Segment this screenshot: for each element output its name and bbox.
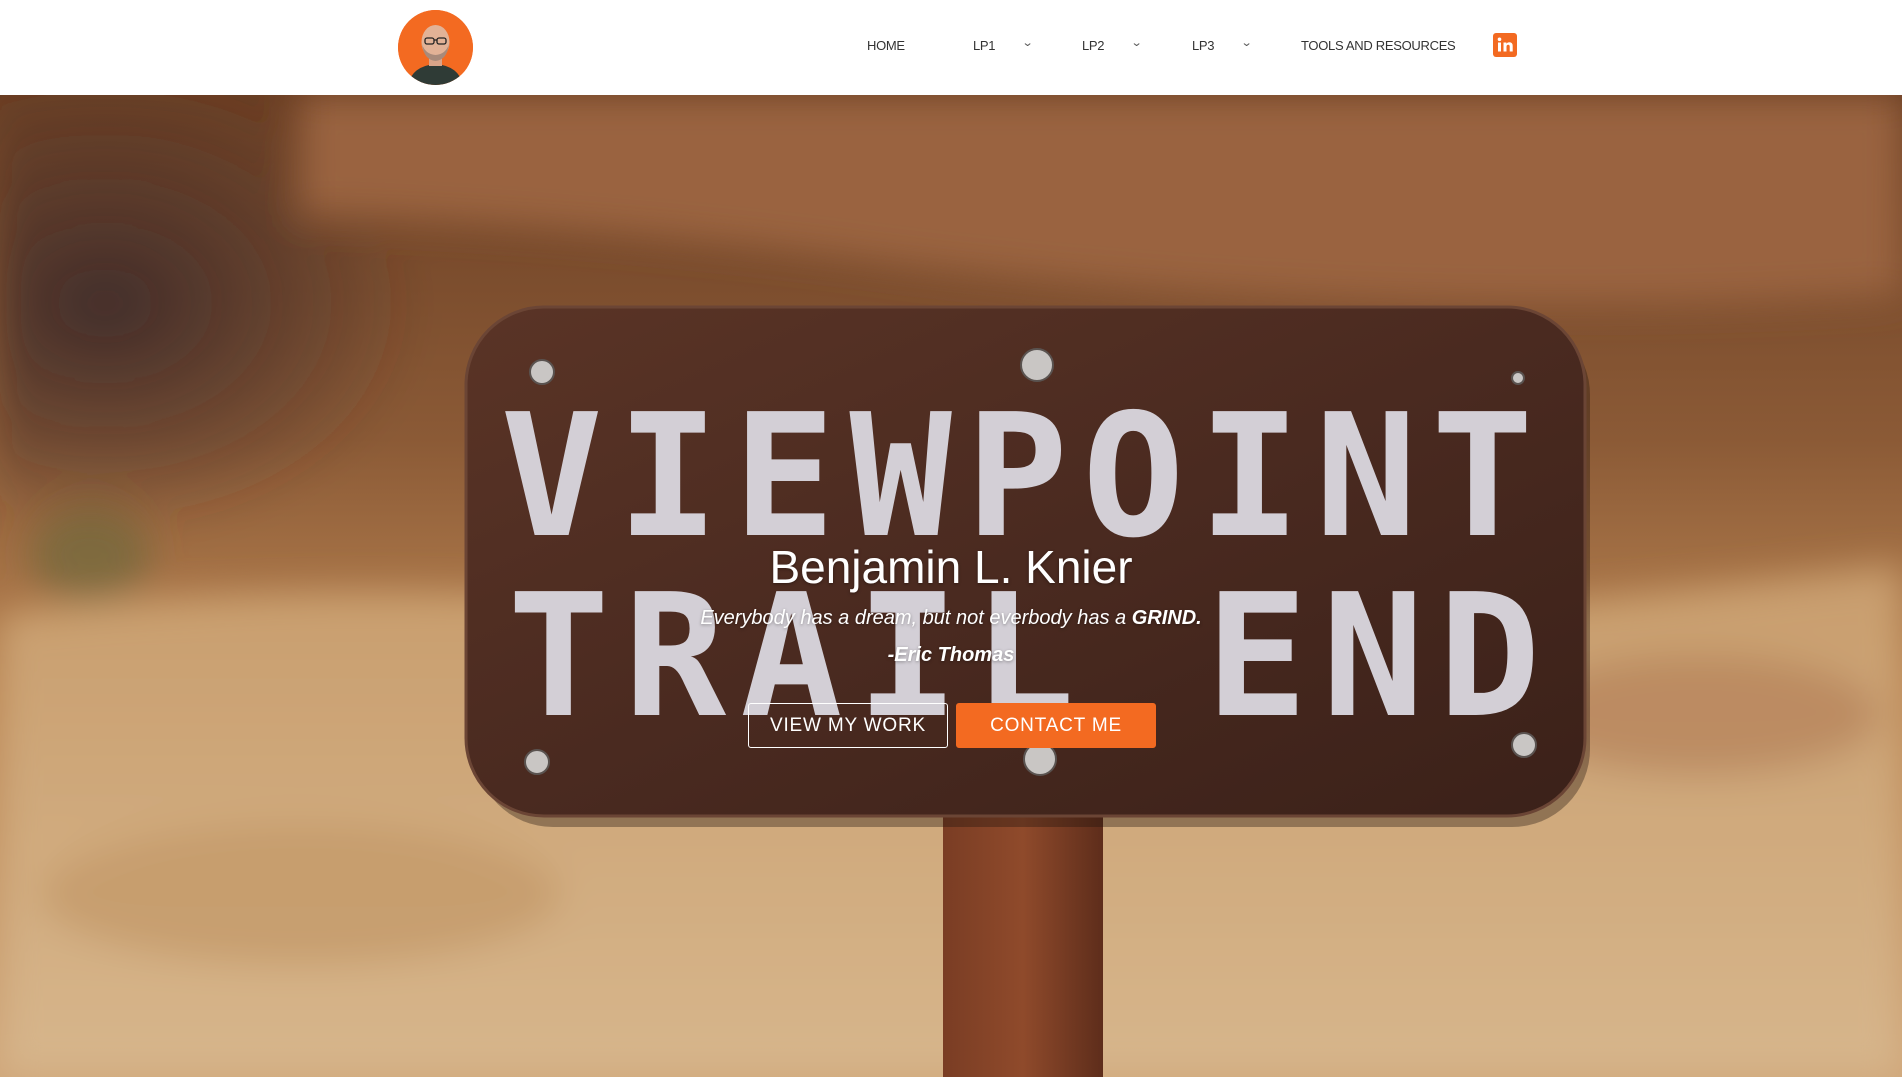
hero-quote: Everybody has a dream, but not everbody … xyxy=(0,607,1902,630)
nav-item-lp1[interactable]: LP1 xyxy=(973,38,996,53)
chevron-down-icon[interactable]: ⌄ xyxy=(1241,36,1253,49)
quote-author: -Eric Thomas xyxy=(887,644,1015,666)
quote-text: Everybody has a dream, but not everbody … xyxy=(700,607,1132,629)
nav-item-tools-and-resources[interactable]: TOOLS AND RESOURCES xyxy=(1301,38,1456,53)
site-header: HOME LP1 ⌄ LP2 ⌄ LP3 ⌄ TOOLS AND RESOURC… xyxy=(0,0,1902,95)
view-my-work-button[interactable]: VIEW MY WORK xyxy=(748,703,948,748)
quote-emphasis: GRIND. xyxy=(1131,607,1202,629)
contact-me-button[interactable]: CONTACT ME xyxy=(956,703,1156,748)
nav-item-lp2[interactable]: LP2 xyxy=(1082,38,1105,53)
chevron-down-icon[interactable]: ⌄ xyxy=(1131,36,1143,49)
profile-avatar-logo[interactable] xyxy=(398,10,473,85)
nav-item-lp3[interactable]: LP3 xyxy=(1192,38,1215,53)
chevron-down-icon[interactable]: ⌄ xyxy=(1022,36,1034,49)
hero-section: VIEWPOINT TRAIL END Benjamin L. Knier Ev… xyxy=(0,95,1902,1077)
linkedin-icon[interactable] xyxy=(1493,33,1517,57)
hero-title: Benjamin L. Knier xyxy=(769,541,1133,593)
nav-item-home[interactable]: HOME xyxy=(867,38,905,53)
